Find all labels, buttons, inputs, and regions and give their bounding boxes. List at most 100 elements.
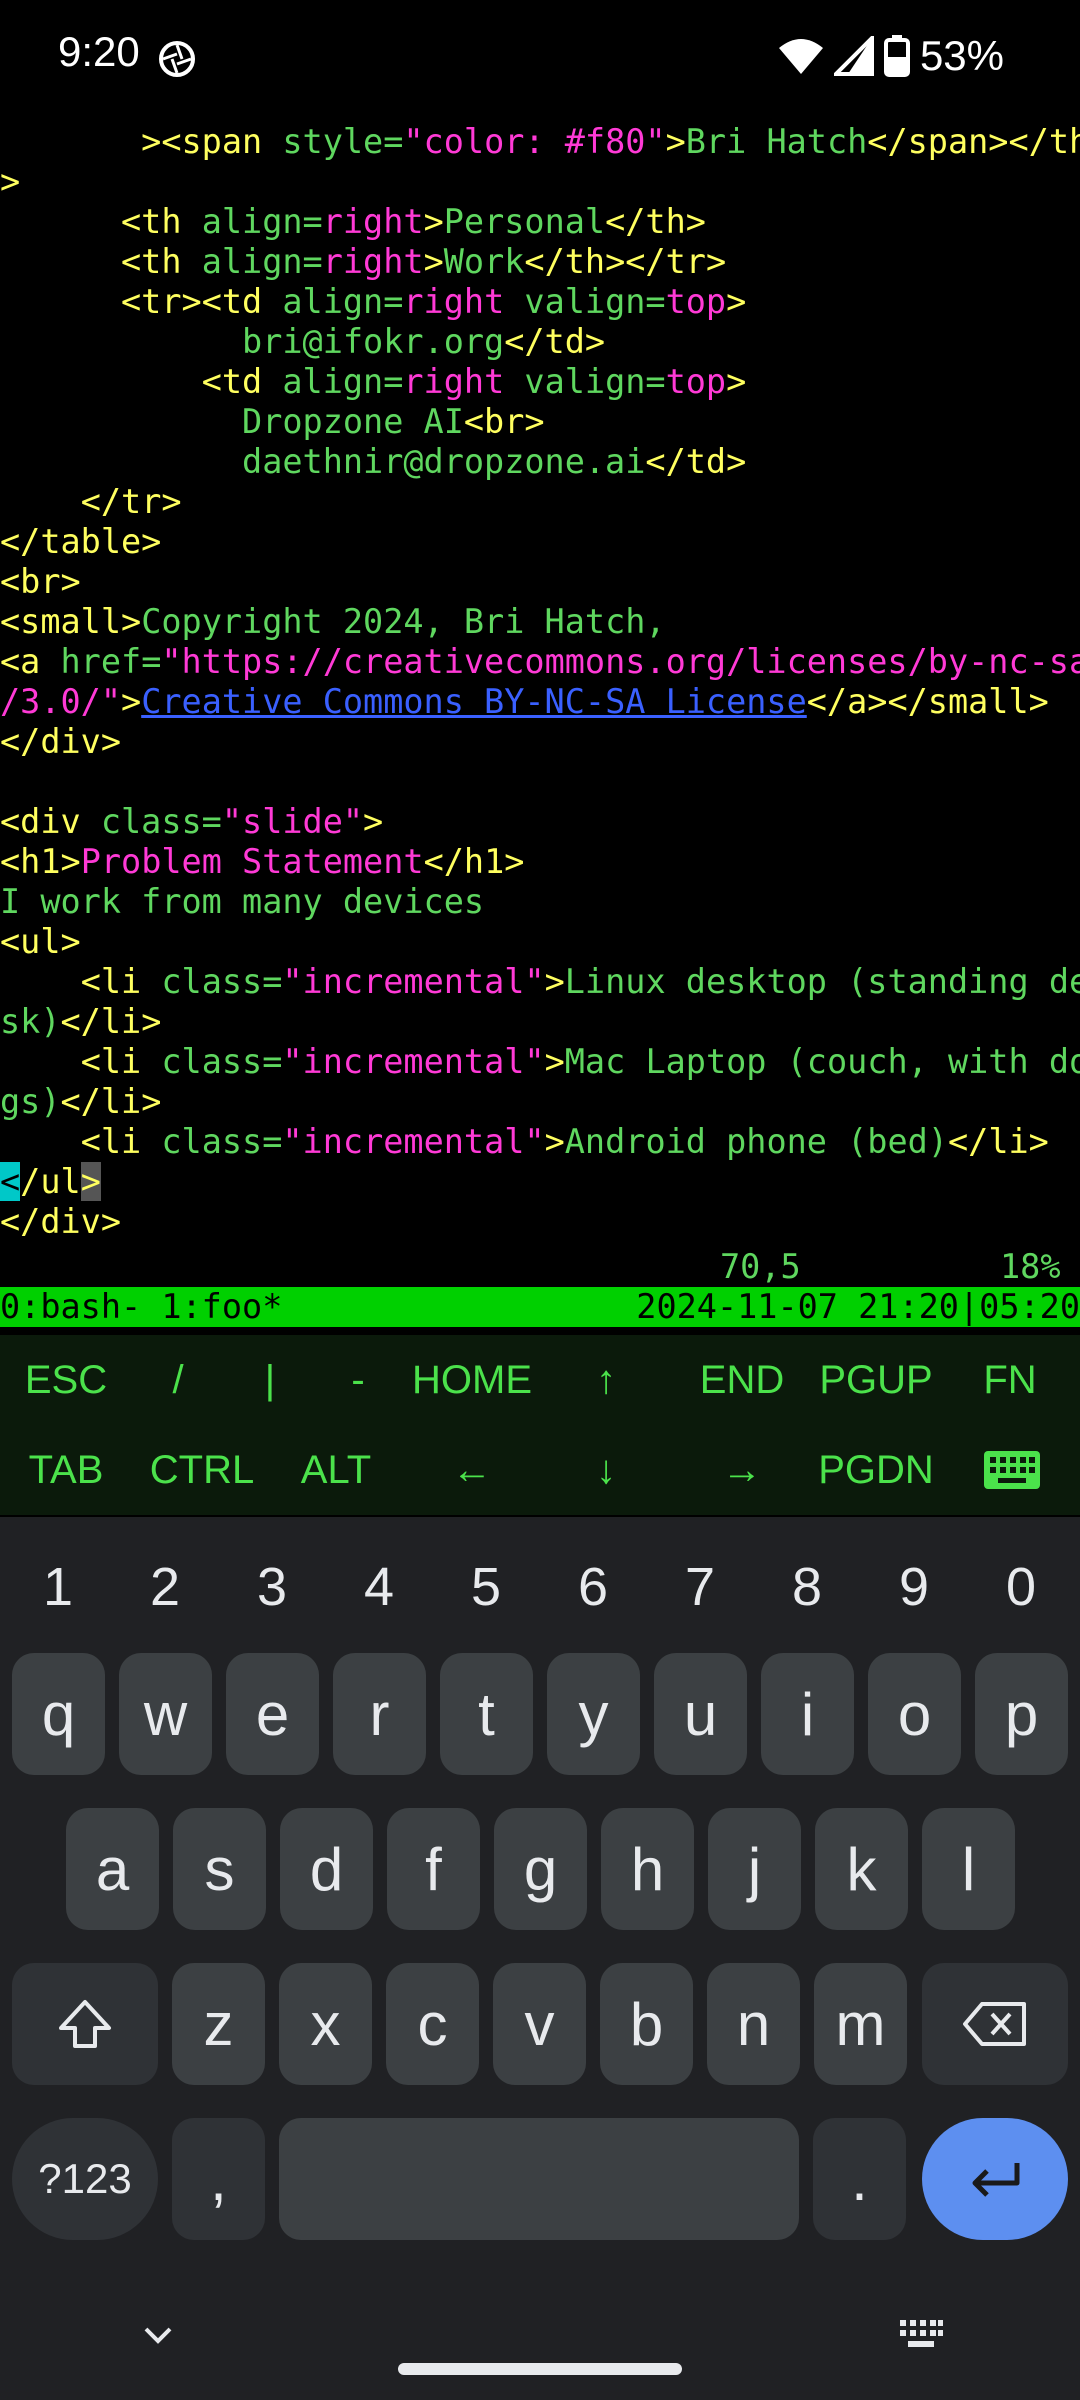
terminal-token: "color: #f80" bbox=[403, 122, 666, 161]
terminal-token: </tr> bbox=[80, 482, 182, 521]
symbols-key[interactable]: ?123 bbox=[12, 2118, 158, 2240]
terminal-view[interactable]: ><span style="color: #f80">Bri Hatch</sp… bbox=[0, 122, 1080, 1284]
terminal-token: "slide" bbox=[221, 802, 364, 841]
terminal-token: align= bbox=[282, 362, 404, 401]
key-n[interactable]: n bbox=[707, 1963, 800, 2085]
key-e[interactable]: e bbox=[226, 1653, 319, 1775]
terminal-token: Personal bbox=[443, 202, 606, 241]
key-o[interactable]: o bbox=[868, 1653, 961, 1775]
key-l[interactable]: l bbox=[922, 1808, 1015, 1930]
key-t[interactable]: t bbox=[440, 1653, 533, 1775]
terminal-token: > bbox=[726, 282, 747, 321]
key-q[interactable]: q bbox=[12, 1653, 105, 1775]
terminal-token: </li> bbox=[947, 1122, 1049, 1161]
key-9[interactable]: 9 bbox=[874, 1547, 954, 1627]
terminal-line: </tr> bbox=[0, 482, 182, 522]
key-y[interactable]: y bbox=[547, 1653, 640, 1775]
terminal-line: <div class="slide"> bbox=[0, 802, 383, 842]
key-2[interactable]: 2 bbox=[125, 1547, 205, 1627]
terminal-token: class= bbox=[161, 1122, 283, 1161]
key-a[interactable]: a bbox=[66, 1808, 159, 1930]
symbols-label: ?123 bbox=[38, 2155, 132, 2202]
terminal-line: <td align=right valign=top> bbox=[0, 362, 747, 402]
terminal-line: <ul> bbox=[0, 922, 81, 962]
shift-key[interactable] bbox=[12, 1963, 158, 2085]
key-m[interactable]: m bbox=[814, 1963, 907, 2085]
terminal-token: I work from many devices bbox=[0, 882, 485, 921]
key-1[interactable]: 1 bbox=[18, 1547, 98, 1627]
key-v[interactable]: v bbox=[493, 1963, 586, 2085]
key-8[interactable]: 8 bbox=[767, 1547, 847, 1627]
key-i[interactable]: i bbox=[761, 1653, 854, 1775]
key-s[interactable]: s bbox=[173, 1808, 266, 1930]
key-c[interactable]: c bbox=[386, 1963, 479, 2085]
terminal-token: Dropzone AI bbox=[0, 402, 464, 441]
period-key[interactable]: . bbox=[813, 2118, 906, 2240]
space-bar[interactable] bbox=[279, 2118, 799, 2240]
key-d[interactable]: d bbox=[280, 1808, 373, 1930]
terminal-line: <h1>Problem Statement</h1> bbox=[0, 842, 524, 882]
key-6[interactable]: 6 bbox=[553, 1547, 633, 1627]
keyboard-switch-icon[interactable] bbox=[898, 2318, 944, 2350]
comma-key[interactable]: , bbox=[172, 2118, 265, 2240]
terminal-token: </table> bbox=[0, 522, 162, 561]
terminal-line: <li class="incremental">Mac Laptop (couc… bbox=[0, 1042, 1080, 1082]
key-3[interactable]: 3 bbox=[232, 1547, 312, 1627]
status-bar: 9:20 53% bbox=[0, 0, 1080, 120]
key-b[interactable]: b bbox=[600, 1963, 693, 2085]
status-time: 9:20 bbox=[58, 28, 140, 75]
terminal-token: <li bbox=[80, 962, 162, 1001]
terminal-line: bri@ifokr.org</td> bbox=[0, 322, 605, 362]
terminal-token: /ul bbox=[20, 1162, 81, 1201]
terminal-line: <small>Copyright 2024, Bri Hatch, bbox=[0, 602, 666, 642]
key-u[interactable]: u bbox=[654, 1653, 747, 1775]
terminal-token: <ul> bbox=[0, 922, 81, 961]
key-5[interactable]: 5 bbox=[446, 1547, 526, 1627]
terminal-token: <br> bbox=[463, 402, 545, 441]
terminal-line: </div> bbox=[0, 722, 121, 762]
keyboard-icon[interactable] bbox=[982, 1449, 1042, 1491]
terminal-token: sk) bbox=[0, 1002, 61, 1041]
home-gesture-pill[interactable] bbox=[398, 2363, 682, 2375]
terminal-token: <th bbox=[121, 202, 202, 241]
terminal-token: align= bbox=[201, 242, 323, 281]
key-x[interactable]: x bbox=[279, 1963, 372, 2085]
key-j[interactable]: j bbox=[708, 1808, 801, 1930]
terminal-token: <li bbox=[80, 1042, 162, 1081]
key-7[interactable]: 7 bbox=[660, 1547, 740, 1627]
key-p[interactable]: p bbox=[975, 1653, 1068, 1775]
key-k[interactable]: k bbox=[815, 1808, 908, 1930]
key-f[interactable]: f bbox=[387, 1808, 480, 1930]
terminal-token: daethnir@dropzone.ai bbox=[0, 442, 646, 481]
terminal-token: "https://creativecommons.org/licenses/by… bbox=[161, 642, 1080, 681]
key-h[interactable]: h bbox=[601, 1808, 694, 1930]
chevron-down-icon[interactable] bbox=[138, 2315, 178, 2355]
key-w[interactable]: w bbox=[119, 1653, 212, 1775]
terminal-token: </h1> bbox=[423, 842, 525, 881]
terminal-line: <tr><td align=right valign=top> bbox=[0, 282, 746, 322]
key-0[interactable]: 0 bbox=[981, 1547, 1061, 1627]
enter-key[interactable] bbox=[922, 2118, 1068, 2240]
terminal-token: <li bbox=[80, 1122, 162, 1161]
terminal-line: daethnir@dropzone.ai</td> bbox=[0, 442, 746, 482]
terminal-token: </td> bbox=[504, 322, 606, 361]
terminal-token: </div> bbox=[0, 1202, 122, 1241]
shift-icon bbox=[59, 2000, 111, 2048]
key-z[interactable]: z bbox=[172, 1963, 265, 2085]
extra-key-pgdn[interactable]: PGDN bbox=[796, 1425, 956, 1515]
key-g[interactable]: g bbox=[494, 1808, 587, 1930]
terminal-token: class= bbox=[161, 1042, 283, 1081]
terminal-token: Copyright 2024, Bri Hatch, bbox=[141, 602, 666, 641]
wifi-icon bbox=[778, 39, 823, 74]
terminal-cursor: < bbox=[0, 1162, 21, 1201]
backspace-key[interactable] bbox=[922, 1963, 1068, 2085]
soft-keyboard: 1 2 3 4 5 6 7 8 9 0 q w e r t y u i o p a s d f g h j k l z x c v b n m ?123… bbox=[0, 1517, 1080, 2400]
terminal-line: sk)</li> bbox=[0, 1002, 161, 1042]
key-4[interactable]: 4 bbox=[339, 1547, 419, 1627]
extra-key-fn[interactable]: FN bbox=[930, 1335, 1080, 1425]
key-r[interactable]: r bbox=[333, 1653, 426, 1775]
